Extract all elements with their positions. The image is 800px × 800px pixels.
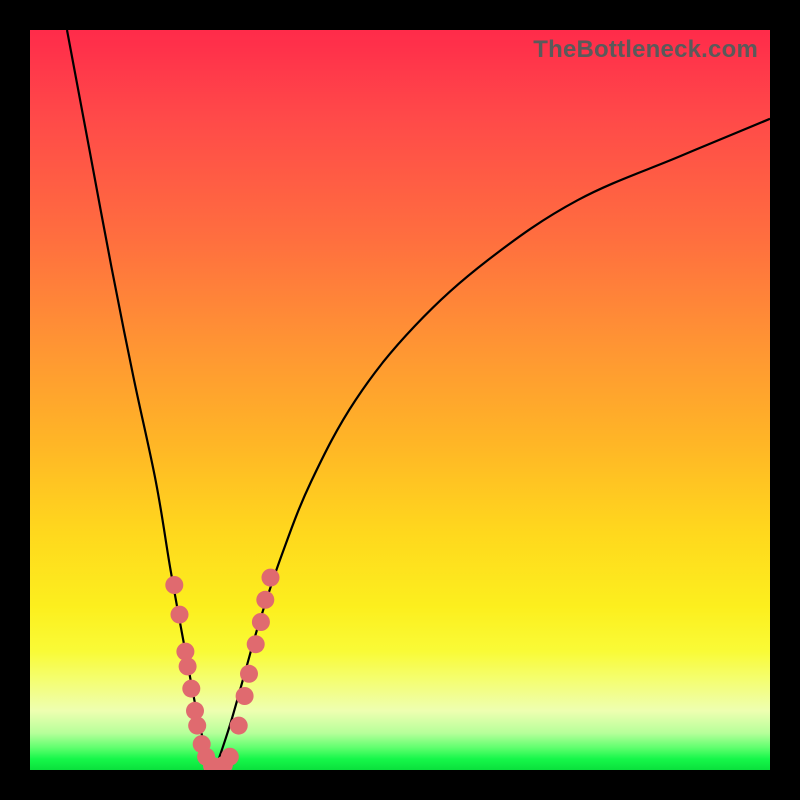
highlight-dot (252, 613, 270, 631)
highlight-dot (262, 569, 280, 587)
highlight-dot (256, 591, 274, 609)
highlight-dot (171, 606, 189, 624)
highlight-dot (247, 635, 265, 653)
highlight-dot (179, 657, 197, 675)
outer-frame: TheBottleneck.com (0, 0, 800, 800)
highlight-dot (182, 680, 200, 698)
chart-svg (30, 30, 770, 770)
highlight-dot (165, 576, 183, 594)
highlight-dot (240, 665, 258, 683)
plot-area: TheBottleneck.com (30, 30, 770, 770)
highlight-dot (188, 717, 206, 735)
highlight-dot (236, 687, 254, 705)
curve-group (67, 30, 770, 770)
highlight-dot (221, 748, 239, 766)
highlight-dots-group (165, 569, 279, 770)
left-branch-path (67, 30, 215, 770)
highlight-dot (230, 717, 248, 735)
right-branch-path (215, 119, 770, 770)
